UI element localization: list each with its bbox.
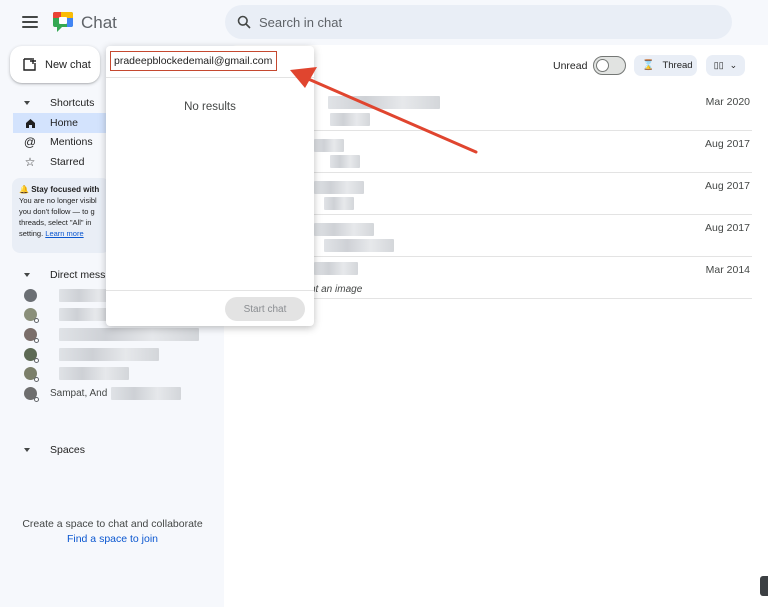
dm-name: Sampat, And — [50, 388, 108, 399]
avatar — [24, 328, 39, 343]
google-chat-logo — [53, 12, 73, 32]
redacted-name — [59, 308, 113, 321]
thread-button[interactable]: ⌛ Thread — [634, 55, 697, 76]
redacted-title — [328, 96, 440, 109]
conversation-date: Aug 2017 — [705, 138, 750, 150]
conversation-snippet: nt an image — [310, 284, 363, 295]
scroll-handle[interactable] — [760, 576, 768, 596]
redacted-name — [59, 328, 199, 341]
spaces-label: Spaces — [50, 444, 86, 456]
redacted-name — [111, 387, 182, 400]
spaces-empty-state: Create a space to chat and collaborate F… — [10, 517, 215, 547]
new-chat-icon — [23, 58, 36, 71]
redacted-snippet — [324, 197, 354, 210]
conversation-row[interactable]: nt an image Mar 2014 — [284, 257, 752, 299]
conversation-date: Aug 2017 — [705, 180, 750, 192]
conversation-row[interactable]: Aug 2017 — [284, 131, 752, 173]
new-chat-label: New chat — [45, 58, 91, 71]
divider — [106, 290, 314, 291]
sidebar-item-mentions[interactable]: @ Mentions — [13, 132, 115, 152]
star-icon: ☆ — [24, 155, 36, 169]
layout-toggle-button[interactable]: ▯▯ ⌄ — [706, 55, 745, 76]
recipient-input[interactable] — [110, 51, 277, 71]
conversation-date: Mar 2014 — [705, 264, 750, 276]
shortcuts-label: Shortcuts — [50, 97, 95, 109]
redacted-title — [314, 262, 358, 275]
hourglass-icon: ⌛ — [642, 60, 655, 71]
search-bar[interactable] — [225, 5, 732, 39]
divider — [106, 77, 314, 78]
unread-toggle[interactable] — [593, 56, 626, 75]
chevron-down-icon: ⌄ — [729, 60, 738, 70]
thread-label: Thread — [662, 60, 693, 71]
direct-messages-header[interactable]: Direct mess — [24, 269, 105, 281]
notice-line: You are no longer visibl — [19, 196, 97, 205]
search-icon — [237, 15, 251, 29]
conversation-date: Aug 2017 — [705, 222, 750, 234]
direct-messages-label: Direct mess — [50, 269, 106, 281]
learn-more-link[interactable]: Learn more — [45, 229, 83, 238]
redacted-title — [314, 181, 364, 194]
avatar — [24, 367, 39, 382]
spaces-empty-text: Create a space to chat and collaborate — [22, 518, 203, 530]
notice-line: threads, select "All" in — [19, 218, 92, 227]
hamburger-icon[interactable] — [22, 16, 38, 28]
home-icon — [23, 118, 37, 129]
avatar — [24, 387, 39, 402]
notice-line: setting. Learn more — [19, 229, 84, 238]
caret-down-icon — [24, 448, 30, 452]
bell-icon: 🔔 — [19, 185, 29, 194]
unread-label: Unread — [553, 60, 588, 72]
avatar — [24, 348, 39, 363]
conversation-date: Mar 2020 — [705, 96, 750, 108]
conversation-row[interactable]: Mar 2020 — [284, 89, 752, 131]
conversation-row[interactable]: Aug 2017 — [284, 173, 752, 215]
redacted-snippet — [330, 113, 370, 126]
no-results-text: No results — [184, 101, 236, 113]
sidebar-item-starred[interactable]: ☆ Starred — [13, 152, 115, 172]
notice-title: 🔔 Stay focused with — [19, 185, 100, 194]
new-chat-button[interactable]: New chat — [10, 46, 100, 83]
dm-item[interactable] — [24, 364, 224, 383]
sidebar-item-label: Home — [50, 117, 79, 129]
conversation-row[interactable]: Aug 2017 — [284, 215, 752, 257]
sidebar-item-label: Starred — [50, 156, 85, 168]
avatar — [24, 289, 37, 302]
dm-item[interactable] — [24, 325, 224, 344]
dm-item[interactable]: Sampat, And — [24, 384, 224, 403]
redacted-snippet — [330, 155, 360, 168]
notice-line: you don't follow — to g — [19, 207, 95, 216]
sidebar-item-home[interactable]: Home — [13, 113, 115, 133]
start-chat-button[interactable]: Start chat — [225, 297, 305, 321]
redacted-name — [59, 367, 129, 380]
redacted-name — [59, 348, 159, 361]
caret-down-icon — [24, 273, 30, 277]
redacted-title — [314, 223, 374, 236]
split-view-icon: ▯▯ — [713, 60, 724, 70]
avatar — [24, 308, 39, 323]
search-input[interactable] — [259, 14, 679, 30]
dm-item[interactable] — [24, 345, 224, 364]
focus-notice: 🔔 Stay focused with You are no longer vi… — [12, 178, 110, 253]
sidebar-item-label: Mentions — [50, 136, 93, 148]
app-title: Chat — [81, 13, 117, 32]
redacted-title — [314, 139, 344, 152]
redacted-snippet — [324, 239, 394, 252]
spaces-header[interactable]: Spaces — [24, 444, 85, 456]
caret-down-icon — [24, 101, 30, 105]
find-space-link[interactable]: Find a space to join — [10, 532, 215, 547]
new-chat-dropdown: No results Start chat — [106, 46, 314, 326]
shortcuts-header[interactable]: Shortcuts — [24, 97, 94, 109]
at-icon: @ — [23, 135, 37, 149]
